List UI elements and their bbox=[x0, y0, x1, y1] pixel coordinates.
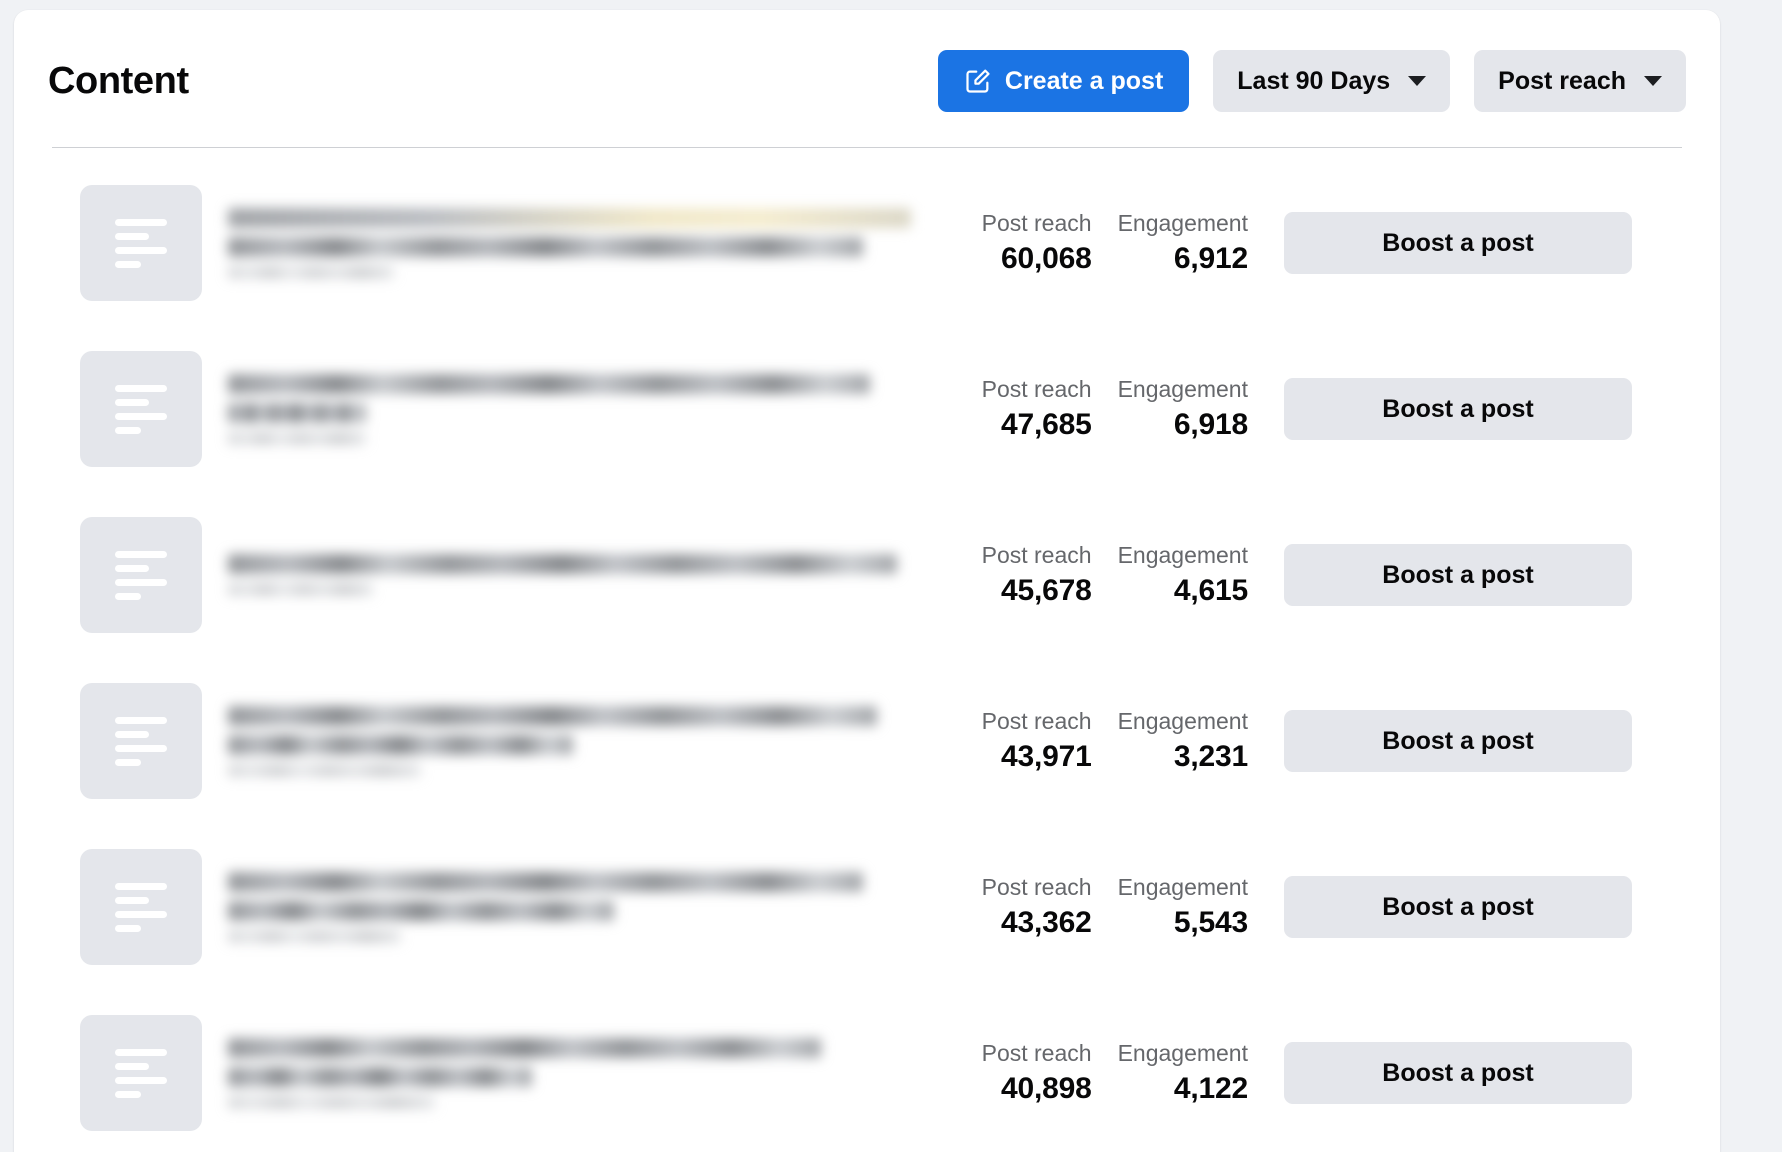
boost-cell: Boost a post bbox=[1284, 544, 1632, 606]
boost-cell: Boost a post bbox=[1284, 212, 1632, 274]
post-thumbnail bbox=[80, 849, 202, 965]
metric-engagement: Engagement 6,918 bbox=[1117, 376, 1249, 441]
boost-post-button[interactable]: Boost a post bbox=[1284, 876, 1632, 938]
metric-label: Post reach bbox=[981, 708, 1092, 735]
metric-value: 47,685 bbox=[1001, 407, 1092, 441]
post-preview-text bbox=[228, 207, 918, 279]
metric-label: Post reach bbox=[981, 874, 1092, 901]
create-post-button[interactable]: Create a post bbox=[937, 50, 1190, 112]
table-row[interactable]: Post reach 45,678 Engagement 4,615 Boost… bbox=[14, 492, 1720, 658]
post-metrics: Post reach 43,971 Engagement 3,231 bbox=[948, 708, 1249, 773]
post-preview-text bbox=[228, 554, 918, 596]
boost-cell: Boost a post bbox=[1284, 1042, 1632, 1104]
boost-post-button[interactable]: Boost a post bbox=[1284, 1042, 1632, 1104]
metric-value: 40,898 bbox=[1001, 1071, 1092, 1105]
text-post-icon bbox=[115, 550, 167, 600]
metric-post-reach: Post reach 40,898 bbox=[981, 1040, 1092, 1105]
boost-cell: Boost a post bbox=[1284, 710, 1632, 772]
metric-label: Post reach bbox=[981, 376, 1092, 403]
chevron-down-icon bbox=[1644, 76, 1662, 86]
post-metrics: Post reach 45,678 Engagement 4,615 bbox=[948, 542, 1249, 607]
compose-icon bbox=[964, 67, 992, 95]
metric-engagement: Engagement 3,231 bbox=[1117, 708, 1249, 773]
metric-value: 3,231 bbox=[1173, 739, 1248, 773]
post-metrics: Post reach 40,898 Engagement 4,122 bbox=[948, 1040, 1249, 1105]
post-metrics: Post reach 60,068 Engagement 6,912 bbox=[948, 210, 1249, 275]
date-range-label: Last 90 Days bbox=[1237, 66, 1391, 95]
metric-value: 6,912 bbox=[1173, 241, 1248, 275]
post-preview-text bbox=[228, 373, 918, 445]
metric-label: Engagement bbox=[1117, 542, 1248, 569]
metric-value: 60,068 bbox=[1001, 241, 1092, 275]
text-post-icon bbox=[115, 1048, 167, 1098]
metric-label: Engagement bbox=[1117, 376, 1248, 403]
metric-value: 45,678 bbox=[1001, 573, 1092, 607]
header-actions: Create a post Last 90 Days Post reach bbox=[937, 50, 1686, 112]
metric-label: Post reach bbox=[981, 1040, 1092, 1067]
metric-label: Engagement bbox=[1117, 210, 1248, 237]
date-range-dropdown[interactable]: Last 90 Days bbox=[1213, 50, 1451, 112]
text-post-icon bbox=[115, 218, 167, 268]
boost-cell: Boost a post bbox=[1284, 378, 1632, 440]
boost-post-button[interactable]: Boost a post bbox=[1284, 378, 1632, 440]
post-thumbnail bbox=[80, 517, 202, 633]
metric-engagement: Engagement 4,122 bbox=[1117, 1040, 1249, 1105]
metric-value: 43,971 bbox=[1001, 739, 1092, 773]
post-metrics: Post reach 43,362 Engagement 5,543 bbox=[948, 874, 1249, 939]
metric-post-reach: Post reach 43,362 bbox=[981, 874, 1092, 939]
card-header: Content Create a post Last 90 Days Post … bbox=[14, 10, 1720, 126]
metric-post-reach: Post reach 43,971 bbox=[981, 708, 1092, 773]
boost-post-button[interactable]: Boost a post bbox=[1284, 710, 1632, 772]
text-post-icon bbox=[115, 882, 167, 932]
metric-post-reach: Post reach 45,678 bbox=[981, 542, 1092, 607]
post-preview-text bbox=[228, 871, 918, 943]
post-thumbnail bbox=[80, 683, 202, 799]
metric-label: Post reach bbox=[981, 542, 1092, 569]
post-metrics: Post reach 47,685 Engagement 6,918 bbox=[948, 376, 1249, 441]
text-post-icon bbox=[115, 716, 167, 766]
metric-engagement: Engagement 4,615 bbox=[1117, 542, 1249, 607]
post-thumbnail bbox=[80, 185, 202, 301]
metric-value: 6,918 bbox=[1173, 407, 1248, 441]
table-row[interactable]: Post reach 40,898 Engagement 4,122 Boost… bbox=[14, 990, 1720, 1152]
metric-value: 4,122 bbox=[1173, 1071, 1248, 1105]
boost-cell: Boost a post bbox=[1284, 876, 1632, 938]
metric-post-reach: Post reach 60,068 bbox=[981, 210, 1092, 275]
table-row[interactable]: Post reach 43,362 Engagement 5,543 Boost… bbox=[14, 824, 1720, 990]
metric-value: 43,362 bbox=[1001, 905, 1092, 939]
metric-post-reach: Post reach 47,685 bbox=[981, 376, 1092, 441]
boost-post-button[interactable]: Boost a post bbox=[1284, 212, 1632, 274]
page-title: Content bbox=[48, 60, 189, 102]
create-post-label: Create a post bbox=[1004, 66, 1164, 95]
table-row[interactable]: Post reach 47,685 Engagement 6,918 Boost… bbox=[14, 326, 1720, 492]
table-row[interactable]: Post reach 60,068 Engagement 6,912 Boost… bbox=[14, 160, 1720, 326]
table-row[interactable]: Post reach 43,971 Engagement 3,231 Boost… bbox=[14, 658, 1720, 824]
post-preview-text bbox=[228, 705, 918, 777]
page-background: Content Create a post Last 90 Days Post … bbox=[0, 0, 1782, 1152]
metric-label: Engagement bbox=[1117, 708, 1248, 735]
metric-value: 4,615 bbox=[1173, 573, 1248, 607]
text-post-icon bbox=[115, 384, 167, 434]
metric-filter-dropdown[interactable]: Post reach bbox=[1474, 50, 1686, 112]
post-list: Post reach 60,068 Engagement 6,912 Boost… bbox=[14, 148, 1720, 1152]
metric-filter-label: Post reach bbox=[1498, 66, 1626, 95]
metric-value: 5,543 bbox=[1173, 905, 1248, 939]
boost-post-button[interactable]: Boost a post bbox=[1284, 544, 1632, 606]
metric-label: Engagement bbox=[1117, 1040, 1248, 1067]
metric-label: Post reach bbox=[981, 210, 1092, 237]
chevron-down-icon bbox=[1408, 76, 1427, 86]
post-thumbnail bbox=[80, 1015, 202, 1131]
post-preview-text bbox=[228, 1037, 918, 1109]
post-thumbnail bbox=[80, 351, 202, 467]
metric-label: Engagement bbox=[1117, 874, 1248, 901]
metric-engagement: Engagement 6,912 bbox=[1117, 210, 1249, 275]
content-card: Content Create a post Last 90 Days Post … bbox=[14, 10, 1720, 1152]
metric-engagement: Engagement 5,543 bbox=[1117, 874, 1249, 939]
